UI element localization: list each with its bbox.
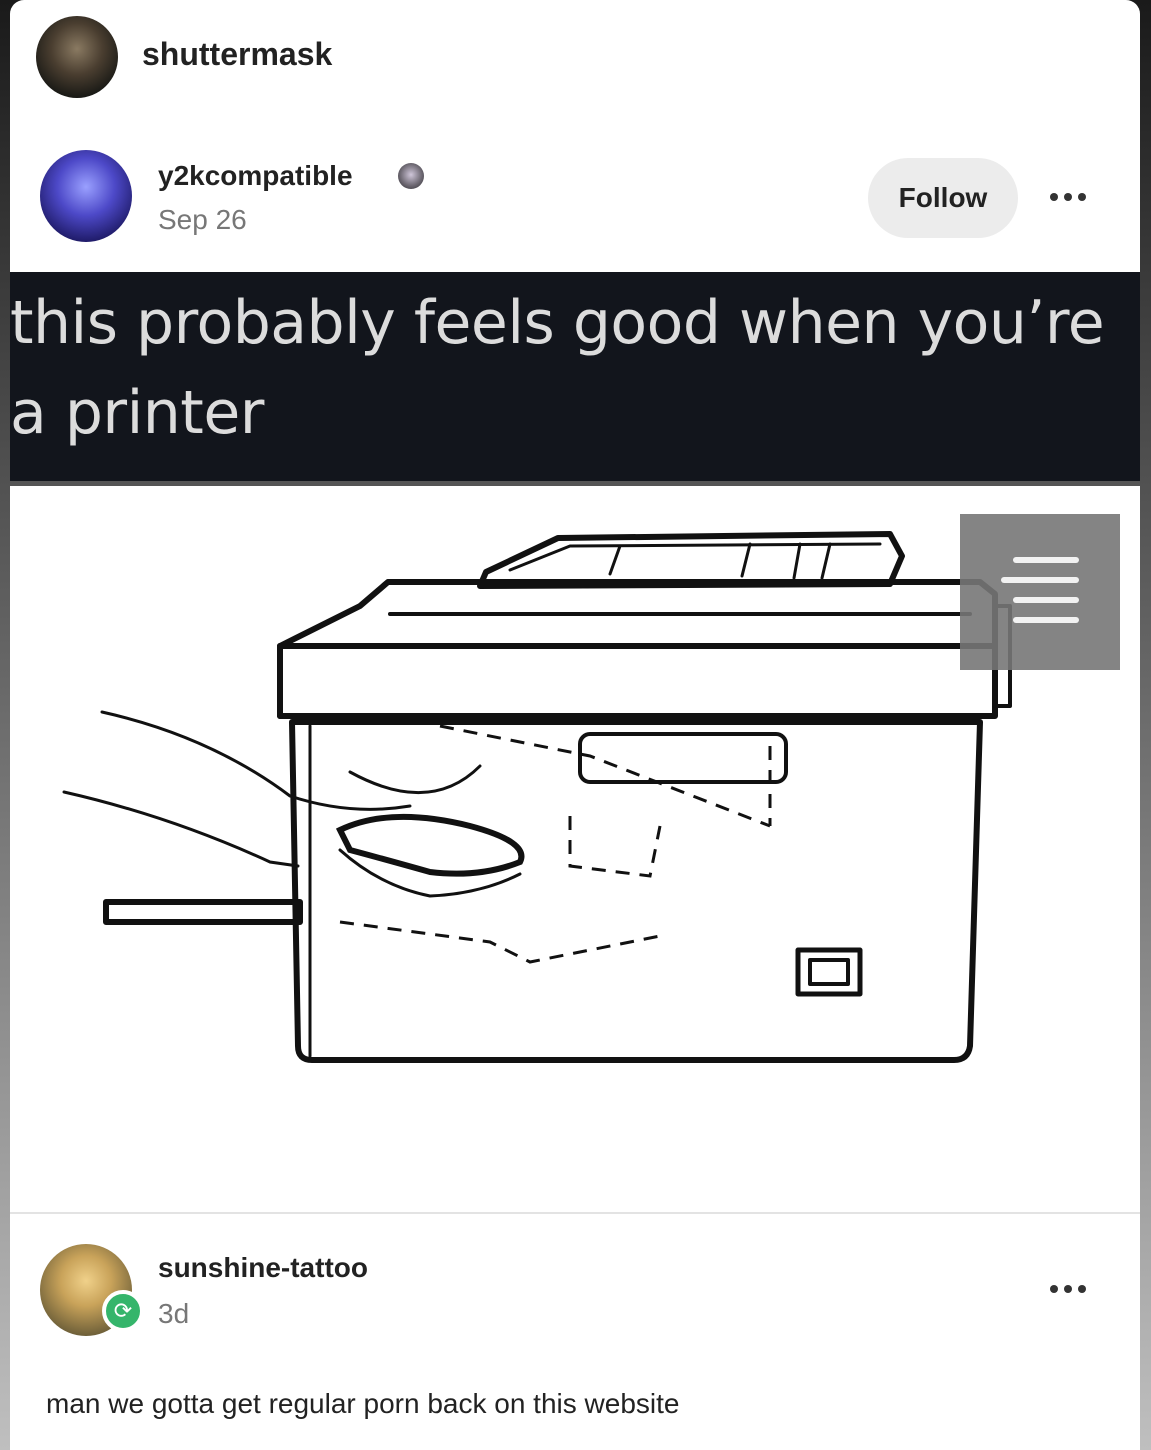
- paper-lines-icon: [960, 514, 1120, 670]
- printer-illustration: [62, 514, 1120, 1063]
- post-caption: this probably feels good when you’re a p…: [10, 288, 1105, 448]
- follow-button[interactable]: Follow: [868, 158, 1018, 238]
- op-username[interactable]: y2kcompatible: [158, 160, 353, 192]
- more-options-icon[interactable]: [1046, 190, 1090, 204]
- op-avatar[interactable]: [40, 150, 132, 242]
- output-tray: [103, 899, 303, 925]
- reply-time: 3d: [158, 1298, 190, 1329]
- reply-username[interactable]: sunshine-tattoo: [158, 1252, 368, 1284]
- reblogger-username[interactable]: shuttermask: [142, 36, 332, 73]
- reblog-icon: ⟳: [102, 1290, 144, 1332]
- blog-badge-icon: [398, 163, 424, 189]
- reply-more-options-icon[interactable]: [1046, 1282, 1090, 1296]
- divider: [10, 1212, 1140, 1214]
- post-date: Sep 26: [158, 204, 247, 235]
- reblogger-avatar[interactable]: [36, 16, 118, 98]
- paper-tray: [477, 531, 905, 589]
- reply-text: man we gotta get regular porn back on th…: [46, 1388, 680, 1419]
- post-card: shuttermask y2kcompatible Sep 26 Follow …: [10, 0, 1140, 1450]
- post-image: [10, 486, 1140, 1212]
